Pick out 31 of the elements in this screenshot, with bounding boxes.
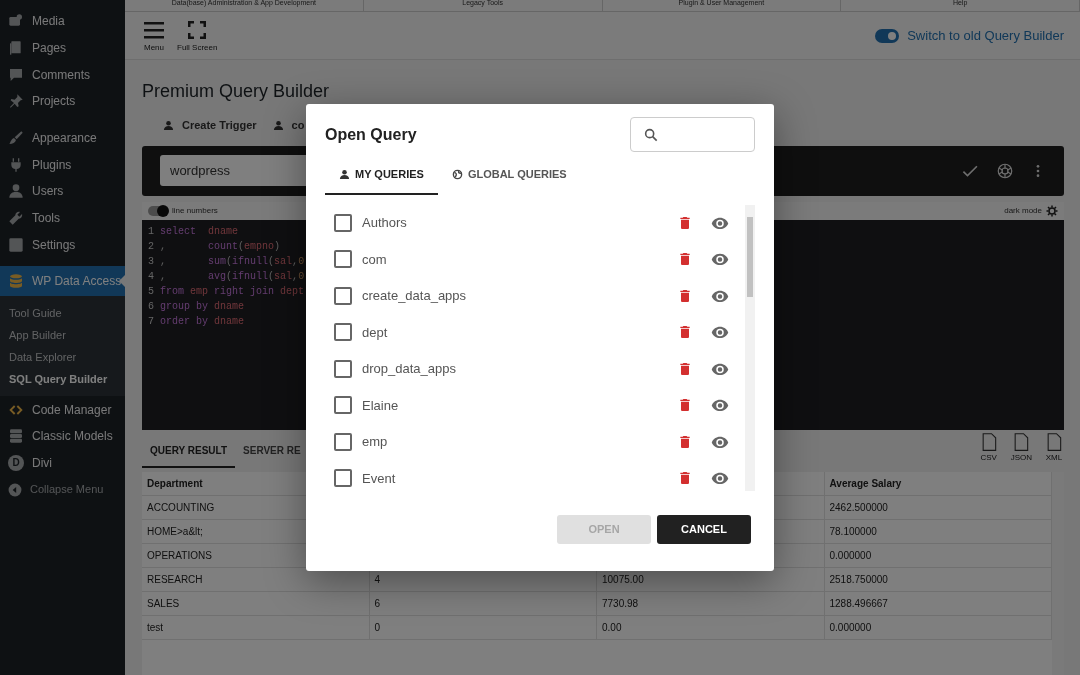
line-number: 1 [148,225,154,237]
table-cell: 7730.98 [597,591,825,615]
dialog-title: Open Query [325,124,417,145]
query-name: com [362,250,387,269]
code-line: select dname [160,225,239,237]
query-name: Authors [362,214,407,232]
line-number: 4 [148,270,154,282]
switch-label: Switch to old Query Builder [907,26,1064,45]
table-cell: 0 [369,615,597,639]
code-line: group by dname [160,300,245,312]
table-cell: 0.00 [597,615,825,639]
line-number: 3 [148,255,154,267]
table-cell: test [142,615,370,639]
line-number: 7 [148,315,154,327]
line-number: 6 [148,300,154,312]
line-number: 5 [148,285,154,297]
toggle-label: line numbers [172,204,218,217]
letter-icon: D [8,454,24,471]
table-cell: 6 [369,591,597,615]
dark-mode-label: dark mode [1004,204,1042,217]
query-name: drop_data_apps [362,360,456,378]
query-name: dept [362,323,388,342]
table-cell: SALES [142,591,370,615]
query-name: emp [362,433,388,451]
code-line: , count(empno) [160,240,281,252]
query-name: create_data_apps [362,287,467,305]
code-line: from emp right join dept [160,285,305,297]
query-name: Elaine [362,396,399,415]
page-title: Premium Query Builder [142,80,331,103]
line-number: 2 [148,240,154,252]
code-line: order by dname [160,315,245,327]
